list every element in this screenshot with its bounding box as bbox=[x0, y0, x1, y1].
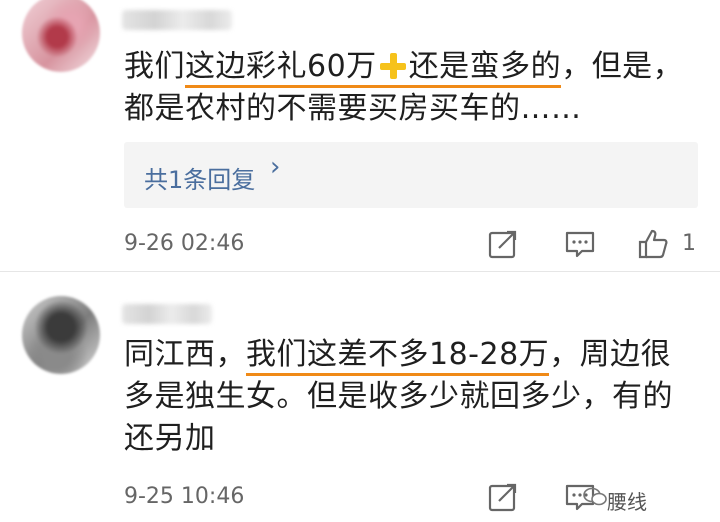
username-blurred[interactable] bbox=[122, 304, 212, 324]
timestamp: 9-26 02:46 bbox=[124, 231, 245, 256]
chevron-right-icon: › bbox=[270, 152, 281, 182]
timestamp: 9-25 10:46 bbox=[124, 484, 245, 509]
plus-icon bbox=[379, 53, 406, 79]
comment-text: 我们这边彩礼60万 还是蛮多的，但是，都是农村的不需要买房买车的…… bbox=[124, 49, 684, 126]
avatar[interactable] bbox=[22, 296, 100, 374]
underlined-text: 我们这差不多18-28万 bbox=[246, 337, 550, 376]
replies-link[interactable]: 共1条回复 bbox=[144, 160, 255, 195]
comment-2: 同江西，我们这差不多18-28万，周边很多是独生女。但是收多少就回多少，有的还另… bbox=[0, 272, 720, 522]
share-icon[interactable] bbox=[487, 481, 519, 513]
thumbs-up-icon[interactable] bbox=[637, 228, 669, 260]
comment-meta: 9-26 02:46 1 bbox=[0, 224, 720, 264]
share-icon[interactable] bbox=[487, 228, 519, 260]
comment-1: 我们这边彩礼60万 还是蛮多的，但是，都是农村的不需要买房买车的…… 共1条回复 … bbox=[0, 0, 720, 272]
wechat-logo-icon bbox=[583, 487, 607, 506]
like-count: 1 bbox=[682, 231, 696, 256]
underlined-text: 这边彩礼60万 还是蛮多的 bbox=[185, 49, 562, 88]
watermark-text: 腰线 bbox=[607, 490, 647, 514]
comment-text: 同江西，我们这差不多18-28万，周边很多是独生女。但是收多少就回多少，有的还另… bbox=[124, 337, 673, 456]
comment-icon[interactable] bbox=[564, 228, 596, 260]
replies-box[interactable]: 共1条回复 › bbox=[124, 142, 698, 208]
avatar[interactable] bbox=[22, 0, 100, 72]
username-blurred[interactable] bbox=[122, 10, 232, 30]
